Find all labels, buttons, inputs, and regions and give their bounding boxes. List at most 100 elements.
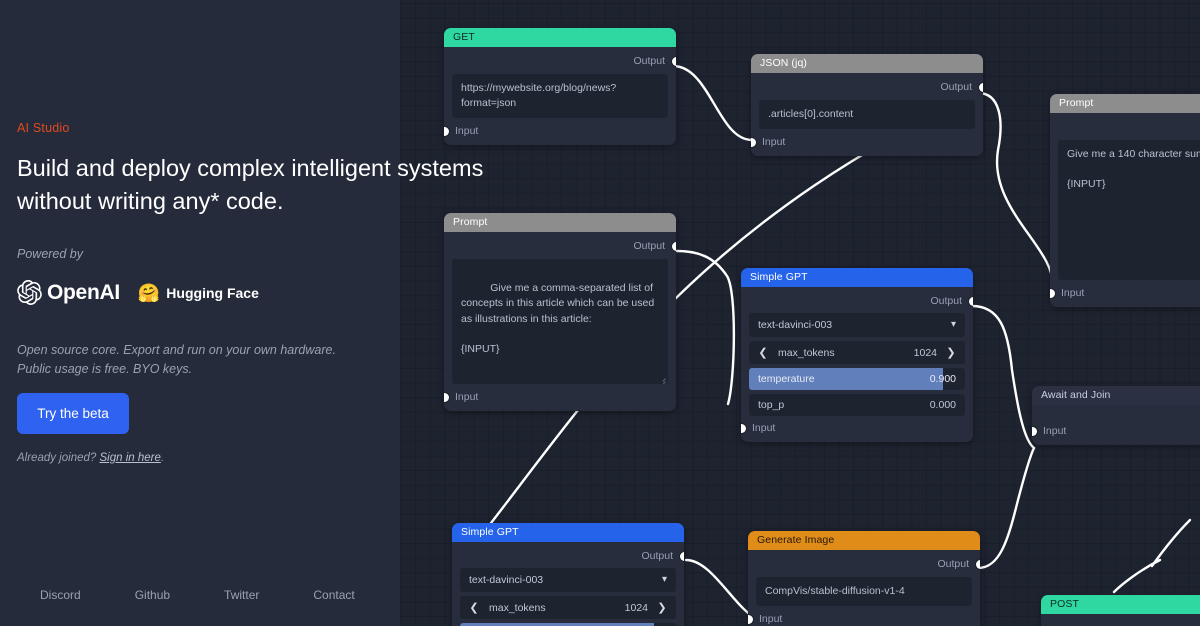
prompt-concepts-text: Give me a comma-separated list of concep… (461, 282, 655, 356)
jq-expression-input[interactable]: .articles[0].content (759, 100, 975, 130)
model-select[interactable]: text-davinci-003 ▾ (749, 313, 965, 337)
prompt-summary-textarea[interactable]: Give me a 140 character summary {INPUT} (1058, 140, 1200, 280)
node-json-jq[interactable]: JSON (jq) Output .articles[0].content In… (751, 54, 983, 157)
output-port-dot[interactable] (679, 551, 684, 561)
input-port-label: Input (1043, 425, 1067, 437)
node-simple-gpt-bottom-output-port[interactable]: Output (460, 548, 684, 564)
value-prop-text: Open source core. Export and run on your… (17, 343, 336, 377)
chevron-right-icon[interactable]: ❯ (945, 346, 957, 359)
node-prompt-summary-input-port[interactable]: Input (1050, 285, 1200, 301)
output-port-dot[interactable] (968, 296, 973, 306)
node-json-output-port[interactable]: Output (759, 79, 983, 95)
node-generate-image-title: Generate Image (748, 531, 980, 550)
output-port-label: Output (633, 55, 665, 67)
edge-get-to-json (671, 64, 754, 142)
edge-prompt-to-simplegpt-top (675, 249, 736, 406)
node-post[interactable]: POST (1041, 595, 1200, 626)
chevron-left-icon[interactable]: ❮ (468, 601, 480, 614)
node-json-input-port[interactable]: Input (751, 134, 975, 150)
node-prompt-concepts-output-port[interactable]: Output (452, 238, 676, 254)
already-joined-suffix: . (160, 452, 165, 464)
node-get-output-port[interactable]: Output (452, 53, 676, 69)
node-await-and-join[interactable]: Await and Join Input (1032, 386, 1200, 445)
node-get-input-port[interactable]: Input (444, 123, 668, 139)
input-port-label: Input (759, 613, 783, 626)
chevron-right-icon[interactable]: ❯ (656, 601, 668, 614)
param-value: 0.900 (929, 373, 956, 385)
node-prompt-summary[interactable]: Prompt Output Give me a 140 character su… (1050, 94, 1200, 307)
node-await-and-join-body: Input (1032, 405, 1200, 445)
try-the-beta-button[interactable]: Try the beta (17, 393, 129, 434)
resize-grip-icon[interactable] (657, 374, 666, 383)
node-simple-gpt-top-input-port[interactable]: Input (741, 420, 965, 436)
input-port-dot[interactable] (751, 137, 756, 147)
node-generate-image-input-port[interactable]: Input (748, 611, 972, 626)
output-port-label: Output (641, 550, 673, 562)
edge-simplegpt-top-to-await (970, 304, 1036, 450)
node-simple-gpt-bottom[interactable]: Simple GPT Output text-davinci-003 ▾ ❮ m… (452, 523, 684, 626)
node-await-input-port[interactable]: Input (1032, 423, 1200, 439)
footer-link-github[interactable]: Github (135, 588, 170, 602)
input-port-label: Input (1061, 287, 1085, 299)
input-port-dot[interactable] (1032, 426, 1037, 436)
node-generate-image-output-port[interactable]: Output (756, 556, 980, 572)
node-prompt-concepts-input-port[interactable]: Input (444, 389, 668, 405)
chevron-down-icon[interactable]: ▾ (951, 320, 956, 330)
output-port-label: Output (633, 240, 665, 252)
param-value: 1024 (624, 601, 648, 614)
prompt-concepts-textarea[interactable]: Give me a comma-separated list of concep… (452, 259, 668, 384)
hugging-face-logo-text: Hugging Face (166, 284, 259, 301)
hugging-face-emoji: 🤗 (137, 282, 161, 303)
partner-logos: OpenAI 🤗 Hugging Face (17, 280, 259, 305)
node-generate-image[interactable]: Generate Image Output CompVis/stable-dif… (748, 531, 980, 626)
brand-logo-text[interactable]: AI Studio (17, 121, 70, 135)
get-url-input[interactable]: https://mywebsite.org/blog/news?format=j… (452, 74, 668, 119)
param-value: 0.000 (929, 399, 956, 411)
param-stepper-max-tokens[interactable]: ❮ max_tokens 1024 ❯ (749, 341, 965, 364)
input-port-dot[interactable] (444, 392, 449, 402)
already-joined-text: Already joined? Sign in here. (17, 452, 164, 464)
edge-to-post-2 (1150, 518, 1192, 568)
model-select[interactable]: text-davinci-003 ▾ (460, 568, 676, 592)
node-prompt-concepts[interactable]: Prompt Output Give me a comma-separated … (444, 213, 676, 411)
param-slider-temperature[interactable]: temperature 0.900 (749, 368, 965, 390)
hugging-face-logo: 🤗 Hugging Face (138, 284, 259, 302)
sign-in-link[interactable]: Sign in here (99, 452, 160, 464)
output-port-dot[interactable] (975, 559, 980, 569)
param-stepper-max-tokens[interactable]: ❮ max_tokens 1024 ❯ (460, 596, 676, 619)
node-await-and-join-title: Await and Join (1032, 386, 1200, 405)
node-get[interactable]: GET Output https://mywebsite.org/blog/ne… (444, 28, 676, 146)
footer-link-twitter[interactable]: Twitter (224, 588, 259, 602)
output-port-dot[interactable] (671, 241, 676, 251)
node-json-jq-title: JSON (jq) (751, 54, 983, 73)
output-port-dot[interactable] (978, 82, 983, 92)
node-prompt-summary-body: Output Give me a 140 character summary {… (1050, 113, 1200, 307)
node-simple-gpt-top-output-port[interactable]: Output (749, 293, 973, 309)
input-port-dot[interactable] (1050, 288, 1055, 298)
node-simple-gpt-top[interactable]: Simple GPT Output text-davinci-003 ▾ ❮ m… (741, 268, 973, 442)
node-prompt-concepts-body: Output Give me a comma-separated list of… (444, 232, 676, 411)
edge-generate-to-await (976, 446, 1036, 570)
input-port-dot[interactable] (444, 126, 449, 136)
param-field-top-p[interactable]: top_p 0.000 (749, 394, 965, 416)
input-port-dot[interactable] (748, 614, 753, 624)
edge-simplegpt-bottom-to-generate (684, 558, 754, 618)
chevron-down-icon[interactable]: ▾ (662, 575, 667, 585)
footer-link-discord[interactable]: Discord (40, 588, 81, 602)
footer-link-contact[interactable]: Contact (313, 588, 354, 602)
powered-by-label: Powered by (17, 247, 84, 261)
marketing-panel-inner: AI Studio Build and deploy complex intel… (0, 0, 483, 626)
edge-json-to-prompt-summary (976, 91, 1054, 289)
param-name: max_tokens (778, 346, 835, 359)
node-simple-gpt-bottom-title: Simple GPT (452, 523, 684, 542)
input-port-label: Input (455, 125, 479, 138)
generate-image-model-input[interactable]: CompVis/stable-diffusion-v1-4 (756, 577, 972, 607)
chevron-left-icon[interactable]: ❮ (757, 346, 769, 359)
flow-canvas[interactable]: GET Output https://mywebsite.org/blog/ne… (400, 0, 1200, 626)
output-port-dot[interactable] (671, 56, 676, 66)
input-port-label: Input (752, 422, 776, 434)
input-port-dot[interactable] (741, 423, 746, 433)
marketing-panel: AI Studio Build and deploy complex intel… (0, 0, 483, 626)
model-select-value: text-davinci-003 (469, 574, 544, 586)
node-post-title: POST (1041, 595, 1200, 614)
